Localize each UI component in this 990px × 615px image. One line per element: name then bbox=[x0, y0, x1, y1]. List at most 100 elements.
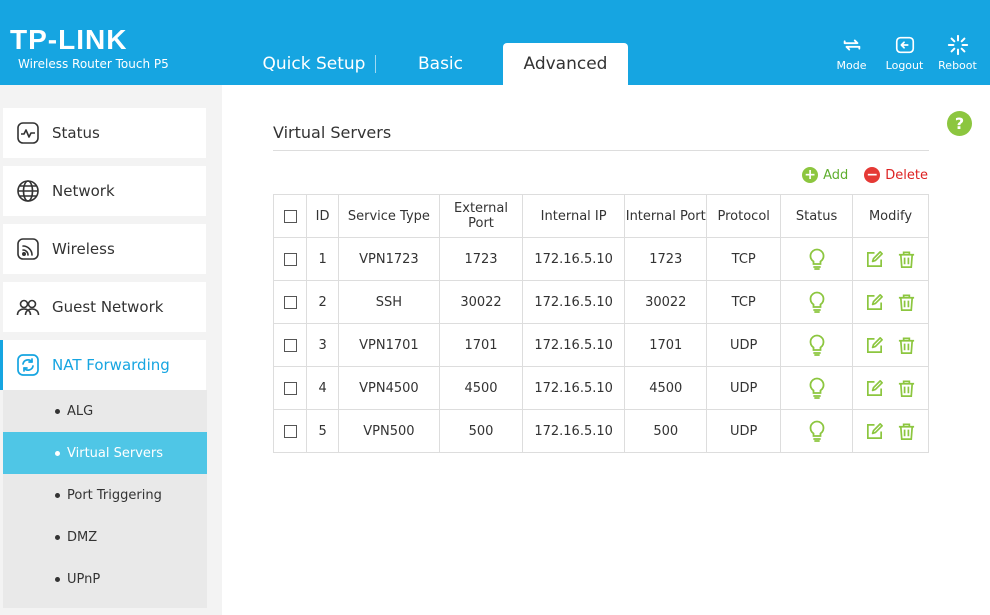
header-actions: Mode Logout Reboot bbox=[825, 34, 984, 72]
bulb-icon[interactable] bbox=[808, 420, 826, 442]
sidebar-item-network[interactable]: Network bbox=[3, 166, 206, 216]
edit-icon[interactable] bbox=[865, 379, 884, 398]
sidebar-item-nat-forwarding[interactable]: NAT Forwarding bbox=[0, 340, 206, 390]
bullet-icon bbox=[55, 450, 60, 456]
bulb-icon[interactable] bbox=[808, 291, 826, 313]
cell-service-type: VPN500 bbox=[337, 409, 441, 453]
row-select-cell bbox=[272, 366, 308, 410]
cell-status bbox=[780, 366, 854, 410]
cell-modify bbox=[852, 323, 929, 367]
cell-status bbox=[780, 323, 854, 367]
cell-id: 3 bbox=[306, 323, 339, 367]
bulb-icon[interactable] bbox=[808, 248, 826, 270]
row-checkbox[interactable] bbox=[283, 424, 297, 438]
cell-protocol: UDP bbox=[706, 409, 782, 453]
reboot-button[interactable]: Reboot bbox=[931, 34, 984, 72]
column-header-internal-ip: Internal IP bbox=[522, 194, 626, 238]
cell-service-type: VPN1723 bbox=[337, 237, 441, 281]
tab-basic[interactable]: Basic bbox=[378, 43, 503, 85]
cell-internal-ip: 172.16.5.10 bbox=[522, 409, 626, 453]
title-divider bbox=[273, 150, 929, 151]
subitem-alg[interactable]: ALG bbox=[3, 390, 207, 432]
column-header-protocol: Protocol bbox=[706, 194, 782, 238]
sidebar-item-guest-network[interactable]: Guest Network bbox=[3, 282, 206, 332]
cell-internal-ip: 172.16.5.10 bbox=[522, 280, 626, 324]
cell-external-port: 1701 bbox=[439, 323, 524, 367]
trash-icon[interactable] bbox=[897, 336, 916, 355]
cell-internal-ip: 172.16.5.10 bbox=[522, 366, 626, 410]
table-row: 3 VPN1701 1701 172.16.5.10 1701 UDP bbox=[272, 323, 929, 367]
sidebar-item-status[interactable]: Status bbox=[3, 108, 206, 158]
globe-icon bbox=[16, 179, 40, 203]
cell-internal-port: 500 bbox=[624, 409, 708, 453]
cell-internal-port: 1701 bbox=[624, 323, 708, 367]
table-row: 5 VPN500 500 172.16.5.10 500 UDP bbox=[272, 409, 929, 453]
bulb-icon[interactable] bbox=[808, 377, 826, 399]
sidebar-item-label: Network bbox=[52, 182, 115, 200]
column-header-modify: Modify bbox=[852, 194, 929, 238]
tab-advanced[interactable]: Advanced bbox=[503, 43, 628, 85]
subitem-virtual-servers[interactable]: Virtual Servers bbox=[3, 432, 207, 474]
cell-service-type: VPN4500 bbox=[337, 366, 441, 410]
subitem-dmz[interactable]: DMZ bbox=[3, 516, 207, 558]
row-checkbox[interactable] bbox=[283, 295, 297, 309]
column-header-external-port: External Port bbox=[439, 194, 524, 238]
subitem-port-triggering[interactable]: Port Triggering bbox=[3, 474, 207, 516]
edit-icon[interactable] bbox=[865, 422, 884, 441]
bullet-icon bbox=[55, 534, 60, 540]
row-select-cell bbox=[272, 280, 308, 324]
sidebar-item-label: Status bbox=[52, 124, 100, 142]
cell-modify bbox=[852, 366, 929, 410]
help-button[interactable]: ? bbox=[947, 111, 972, 136]
add-button[interactable]: + Add bbox=[802, 167, 848, 183]
trash-icon[interactable] bbox=[897, 422, 916, 441]
edit-icon[interactable] bbox=[865, 293, 884, 312]
plus-icon: + bbox=[802, 167, 819, 183]
reboot-label: Reboot bbox=[938, 59, 977, 72]
sidebar-item-label: Guest Network bbox=[52, 298, 164, 316]
status-icon bbox=[16, 121, 40, 145]
mode-button[interactable]: Mode bbox=[825, 34, 878, 72]
logout-button[interactable]: Logout bbox=[878, 34, 931, 72]
cell-id: 2 bbox=[306, 280, 339, 324]
delete-button[interactable]: − Delete bbox=[864, 167, 928, 183]
trash-icon[interactable] bbox=[897, 250, 916, 269]
bullet-icon bbox=[55, 576, 60, 582]
row-select-cell bbox=[272, 409, 308, 453]
nat-submenu: ALG Virtual Servers Port Triggering DMZ … bbox=[3, 390, 207, 608]
cell-id: 1 bbox=[306, 237, 339, 281]
select-all-checkbox[interactable] bbox=[283, 209, 297, 223]
table-header-row: ID Service Type External Port Internal I… bbox=[272, 194, 929, 238]
cell-modify bbox=[852, 237, 929, 281]
logout-label: Logout bbox=[885, 59, 924, 72]
row-checkbox[interactable] bbox=[283, 252, 297, 266]
main-tabs: Quick Setup Basic Advanced bbox=[250, 43, 628, 85]
tab-quick-setup[interactable]: Quick Setup bbox=[250, 43, 378, 85]
cell-status bbox=[780, 237, 854, 281]
sidebar-item-label: NAT Forwarding bbox=[52, 356, 170, 374]
subitem-label: UPnP bbox=[67, 571, 101, 587]
bulb-icon[interactable] bbox=[808, 334, 826, 356]
sidebar-item-wireless[interactable]: Wireless bbox=[3, 224, 206, 274]
reboot-icon bbox=[947, 34, 968, 56]
edit-icon[interactable] bbox=[865, 250, 884, 269]
logout-icon bbox=[895, 36, 914, 54]
cell-internal-port: 30022 bbox=[624, 280, 708, 324]
row-checkbox[interactable] bbox=[283, 338, 297, 352]
edit-icon[interactable] bbox=[865, 336, 884, 355]
nat-icon bbox=[16, 353, 40, 377]
cell-protocol: UDP bbox=[706, 323, 782, 367]
subitem-label: Virtual Servers bbox=[67, 445, 164, 461]
subitem-upnp[interactable]: UPnP bbox=[3, 558, 207, 600]
cell-modify bbox=[852, 409, 929, 453]
bullet-icon bbox=[55, 408, 60, 414]
guest-icon bbox=[16, 295, 40, 319]
trash-icon[interactable] bbox=[897, 293, 916, 312]
sidebar-item-label: Wireless bbox=[52, 240, 115, 258]
subitem-label: Port Triggering bbox=[67, 487, 162, 503]
row-checkbox[interactable] bbox=[283, 381, 297, 395]
cell-status bbox=[780, 409, 854, 453]
trash-icon[interactable] bbox=[897, 379, 916, 398]
delete-label: Delete bbox=[885, 167, 928, 183]
virtual-servers-table: ID Service Type External Port Internal I… bbox=[272, 194, 929, 453]
